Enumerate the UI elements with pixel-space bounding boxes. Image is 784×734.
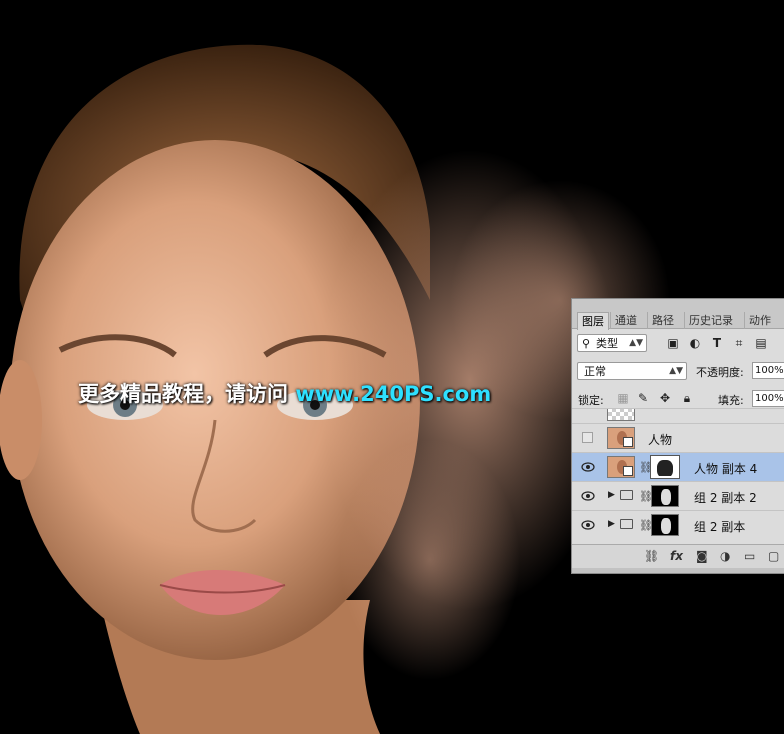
- fill-label: 填充:: [718, 394, 744, 407]
- expand-triangle-icon[interactable]: ▶: [608, 519, 615, 529]
- visibility-toggle[interactable]: [582, 432, 593, 443]
- expand-triangle-icon[interactable]: ▶: [608, 490, 615, 500]
- fx-icon[interactable]: fx: [670, 549, 683, 563]
- chevron-down-icon: ▲▼: [669, 366, 683, 376]
- layers-panel: 图层 通道 路径 历史记录 动作 ⚲ 类型 ▲▼ ▣ ◐ T ⌗ ▤ 正常 ▲▼…: [571, 298, 784, 574]
- tab-history[interactable]: 历史记录: [684, 312, 737, 329]
- eye-icon[interactable]: [581, 461, 595, 473]
- layer-row[interactable]: ⛓︎ 人物 副本 4: [572, 452, 784, 481]
- layer-mask-thumbnail[interactable]: [650, 455, 680, 479]
- adjustment-layer-icon[interactable]: ◑: [720, 549, 730, 563]
- watermark-text: 更多精品教程，请访问 www.240PS.com: [78, 378, 491, 408]
- search-icon: ⚲: [582, 337, 591, 350]
- layer-row-partial[interactable]: [572, 408, 784, 424]
- smartobject-filter-icon[interactable]: ▤: [754, 336, 768, 350]
- panel-scrollbar[interactable]: [572, 568, 784, 573]
- lock-pixels-icon[interactable]: ✎: [636, 391, 650, 405]
- lock-label: 锁定:: [578, 394, 604, 407]
- chevron-down-icon: ▲▼: [629, 338, 643, 348]
- tab-channels[interactable]: 通道: [610, 312, 641, 329]
- layers-bottom-toolbar: ⛓︎ fx ◙ ◑ ▭ ▢: [572, 544, 784, 568]
- new-group-icon[interactable]: ▭: [744, 549, 755, 563]
- layer-name: 组 2 副本: [694, 520, 746, 534]
- smart-object-icon: [623, 437, 633, 447]
- filter-kind-label: 类型: [596, 337, 618, 350]
- new-layer-icon[interactable]: ▢: [768, 549, 779, 563]
- tab-actions[interactable]: 动作: [744, 312, 775, 329]
- filter-kind-select[interactable]: ⚲ 类型 ▲▼: [577, 334, 647, 352]
- lock-all-icon[interactable]: 🔒︎: [680, 391, 694, 405]
- layer-row[interactable]: ▶ ⛓︎ 组 2 副本 2: [572, 481, 784, 510]
- fill-input[interactable]: 100%: [752, 390, 784, 407]
- adjustment-filter-icon[interactable]: ◐: [688, 336, 702, 350]
- layer-name: 人物: [648, 433, 673, 447]
- watermark-url: www.240PS.com: [295, 382, 492, 406]
- layer-thumbnail: [607, 427, 635, 449]
- tab-paths[interactable]: 路径: [647, 312, 678, 329]
- panel-tabbar: 图层 通道 路径 历史记录 动作: [572, 299, 784, 330]
- watermark-label: 更多精品教程，请访问: [78, 382, 296, 406]
- layer-thumbnail: [607, 409, 635, 421]
- type-filter-icon[interactable]: T: [710, 336, 724, 350]
- link-layers-icon[interactable]: ⛓︎: [644, 549, 659, 563]
- blend-mode-value: 正常: [584, 365, 606, 378]
- layer-thumbnail: [607, 456, 635, 478]
- blend-mode-select[interactable]: 正常 ▲▼: [577, 362, 687, 380]
- smart-object-icon: [623, 466, 633, 476]
- lock-transparent-icon[interactable]: ▦: [616, 391, 630, 405]
- eye-icon[interactable]: [581, 490, 595, 502]
- folder-icon: [620, 519, 633, 529]
- image-filter-icon[interactable]: ▣: [666, 336, 680, 350]
- eye-icon[interactable]: [581, 519, 595, 531]
- tab-layers[interactable]: 图层: [577, 312, 609, 330]
- lock-position-icon[interactable]: ✥: [658, 391, 672, 405]
- layer-mask-thumbnail[interactable]: [651, 485, 679, 507]
- layer-name: 组 2 副本 2: [694, 491, 757, 505]
- layer-row[interactable]: 人物: [572, 423, 784, 452]
- add-mask-icon[interactable]: ◙: [696, 549, 708, 563]
- opacity-label: 不透明度:: [696, 366, 744, 379]
- opacity-input[interactable]: 100%: [752, 362, 784, 379]
- layer-mask-thumbnail[interactable]: [651, 514, 679, 536]
- shape-filter-icon[interactable]: ⌗: [732, 336, 746, 350]
- folder-icon: [620, 490, 633, 500]
- layer-row[interactable]: ▶ ⛓︎ 组 2 副本: [572, 510, 784, 539]
- layer-name: 人物 副本 4: [694, 462, 758, 476]
